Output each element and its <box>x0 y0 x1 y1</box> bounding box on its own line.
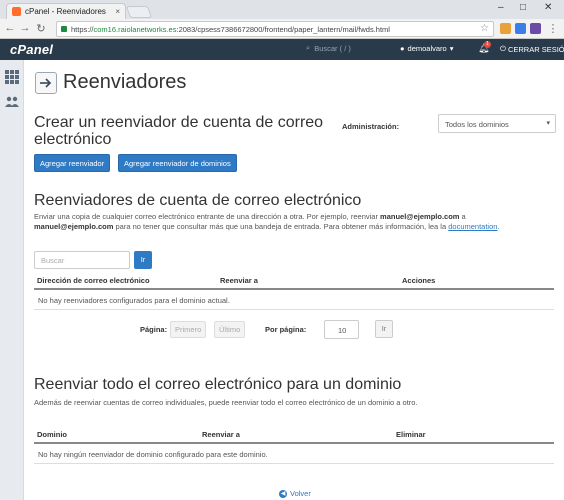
logout-icon: ⏻ <box>500 44 506 53</box>
users-icon[interactable] <box>5 96 19 110</box>
domain-forwarders-description: Además de reenviar cuentas de correo ind… <box>34 398 418 407</box>
tab-title: cPanel - Reenviadores <box>25 7 106 16</box>
column-delete: Eliminar <box>396 430 426 439</box>
cpanel-logo[interactable]: cPanel <box>10 42 53 57</box>
arrow-left-circle-icon: ◀ <box>279 489 287 498</box>
domain-forwarders-title: Reenviar todo el correo electrónico para… <box>34 376 402 393</box>
logout-label: CERRAR SESIÓN <box>507 44 564 54</box>
admin-label: Administración: <box>342 122 400 131</box>
create-forwarder-title: Crear un reenviador de cuenta de correo … <box>34 114 324 148</box>
user-icon: ● <box>400 44 405 53</box>
column-actions: Acciones <box>402 276 436 285</box>
page-label: Página: <box>140 325 168 334</box>
username: demoalvaro <box>407 44 447 53</box>
tab-close-icon[interactable]: × <box>115 7 120 16</box>
page-header: Reenviadores <box>35 71 186 94</box>
lock-icon <box>61 26 67 32</box>
cpanel-header: cPanel ⌕ Buscar ( / ) ● demoalvaro ▾ 🔔︎ … <box>0 39 564 60</box>
add-forwarder-button[interactable]: Agregar reenviador <box>34 154 111 172</box>
apps-grid-icon[interactable] <box>5 70 19 84</box>
search-go-button[interactable]: Ir <box>134 251 152 269</box>
browser-toolbar: ← → ↻ https://com16.raiolanetworks.es:20… <box>0 19 564 39</box>
account-forwarders-description: Enviar una copia de cualquier correo ele… <box>34 212 500 231</box>
back-link[interactable]: ◀ Volver <box>279 489 311 498</box>
sidebar <box>0 60 24 500</box>
browser-tab[interactable]: cPanel - Reenviadores × <box>6 3 126 19</box>
extension-icon[interactable] <box>515 23 526 34</box>
last-page-button[interactable]: Último <box>214 321 246 338</box>
column-forward-to[interactable]: Reenviar a <box>220 276 258 285</box>
window-close-icon[interactable]: ✕ <box>544 2 552 13</box>
first-page-button[interactable]: Primero <box>170 321 207 338</box>
browser-tabbar: cPanel - Reenviadores × – □ ✕ <box>0 0 564 19</box>
add-domain-forwarder-button[interactable]: Agregar reenviador de dominios <box>118 154 237 172</box>
per-page-go-button[interactable]: Ir <box>375 320 393 338</box>
reload-icon[interactable]: ↻ <box>35 22 47 35</box>
extension-icon[interactable] <box>500 23 511 34</box>
logout-button[interactable]: ⏻ CERRAR SESIÓN <box>500 44 564 54</box>
header-search-placeholder: Buscar ( / ) <box>314 43 351 53</box>
cpanel-favicon-icon <box>12 7 21 16</box>
chevron-down-icon: ▾ <box>449 44 454 53</box>
header-search[interactable]: ⌕ Buscar ( / ) <box>306 43 351 53</box>
column-email[interactable]: Dirección de correo electrónico <box>37 276 150 285</box>
minimize-icon[interactable]: – <box>498 2 504 13</box>
account-forwarders-title: Reenviadores de cuenta de correo electró… <box>34 192 362 209</box>
per-page-input[interactable]: 10 <box>324 320 359 339</box>
column-domain-forward-to[interactable]: Reenviar a <box>202 430 240 439</box>
domain-empty-row: No hay ningún reenviador de dominio conf… <box>34 444 554 464</box>
bookmark-star-icon[interactable]: ☆ <box>480 23 489 34</box>
forwarder-search-input[interactable]: Buscar <box>34 251 130 269</box>
caret-down-icon: ▾ <box>546 120 550 127</box>
back-icon[interactable]: ← <box>4 22 16 34</box>
column-domain[interactable]: Dominio <box>37 430 67 439</box>
forwarder-icon <box>35 71 57 94</box>
admin-domain-select[interactable]: Todos los dominios ▾ <box>438 114 556 133</box>
new-tab-button[interactable] <box>125 6 153 18</box>
menu-icon[interactable]: ⋮ <box>547 22 559 35</box>
page-title: Reenviadores <box>63 71 187 93</box>
notification-badge: 1 <box>484 41 491 48</box>
forward-icon[interactable]: → <box>19 22 31 34</box>
forwarders-empty-row: No hay reenviadores configurados para el… <box>34 290 554 310</box>
extension-icon[interactable] <box>530 23 541 34</box>
search-icon: ⌕ <box>306 43 311 52</box>
url-bar[interactable]: https://com16.raiolanetworks.es:2083/cps… <box>56 21 494 37</box>
user-menu[interactable]: ● demoalvaro ▾ <box>400 44 454 53</box>
url-text: https://com16.raiolanetworks.es:2083/cps… <box>71 24 390 34</box>
back-link-label: Volver <box>290 489 311 498</box>
per-page-label: Por página: <box>265 325 307 334</box>
documentation-link[interactable]: documentation <box>448 222 497 231</box>
maximize-icon[interactable]: □ <box>520 2 526 13</box>
domain-table-header: Dominio Reenviar a Eliminar <box>34 426 554 444</box>
admin-select-value: Todos los dominios <box>445 120 509 129</box>
forwarders-table-header: Dirección de correo electrónico Reenviar… <box>34 272 554 290</box>
